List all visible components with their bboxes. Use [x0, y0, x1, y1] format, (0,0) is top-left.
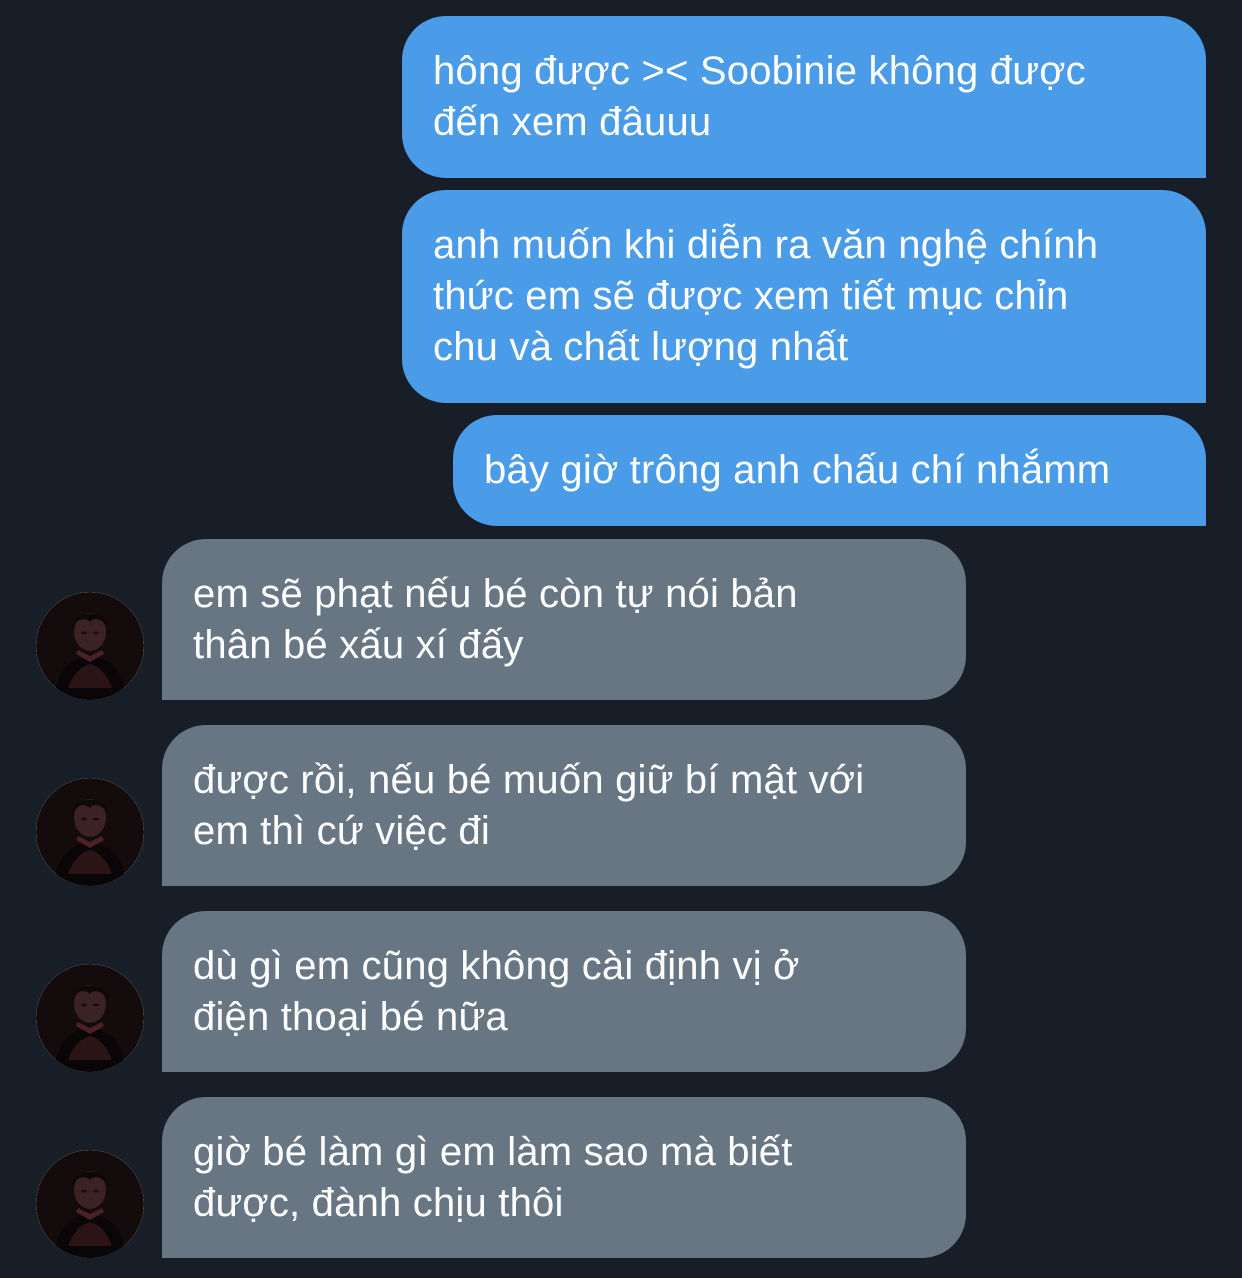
- sent-message-bubble[interactable]: bây giờ trông anh chấu chí nhắmm: [453, 415, 1206, 526]
- received-message-bubble[interactable]: dù gì em cũng không cài định vị ở điện t…: [162, 911, 966, 1072]
- contact-avatar[interactable]: [36, 964, 144, 1072]
- chat-thread: hông được >< Soobinie không được đến xem…: [0, 0, 1242, 1278]
- profile-photo-avatar-icon: [36, 778, 144, 886]
- contact-avatar[interactable]: [36, 1150, 144, 1258]
- profile-photo-avatar-icon: [36, 592, 144, 700]
- sent-message-bubble[interactable]: hông được >< Soobinie không được đến xem…: [402, 16, 1206, 178]
- profile-photo-avatar-icon: [36, 1150, 144, 1258]
- received-message-bubble[interactable]: được rồi, nếu bé muốn giữ bí mật với em …: [162, 725, 966, 886]
- received-message-bubble[interactable]: giờ bé làm gì em làm sao mà biết được, đ…: [162, 1097, 966, 1258]
- contact-avatar[interactable]: [36, 778, 144, 886]
- contact-avatar[interactable]: [36, 592, 144, 700]
- profile-photo-avatar-icon: [36, 964, 144, 1072]
- received-message-bubble[interactable]: em sẽ phạt nếu bé còn tự nói bản thân bé…: [162, 539, 966, 700]
- sent-message-bubble[interactable]: anh muốn khi diễn ra văn nghệ chính thức…: [402, 190, 1206, 403]
